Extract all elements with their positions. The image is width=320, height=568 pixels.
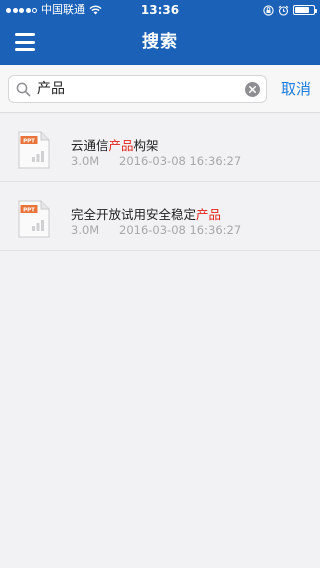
- file-meta: 3.0M 2016-03-08 16:36:27: [71, 154, 241, 168]
- list-item[interactable]: PPT 云通信产品构架 3.0M 2016-03-08 16:36:27: [0, 113, 320, 182]
- search-bar: 取消: [0, 65, 320, 113]
- battery-level: [295, 7, 309, 13]
- file-type-label: PPT: [23, 138, 35, 144]
- file-meta: 3.0M 2016-03-08 16:36:27: [71, 223, 241, 237]
- file-date: 2016-03-08 16:36:27: [119, 223, 242, 237]
- orientation-lock-icon: [263, 4, 274, 16]
- file-name-highlight: 产品: [196, 207, 222, 222]
- file-type-label: PPT: [23, 207, 35, 213]
- file-name-text: 构架: [133, 138, 159, 153]
- file-size: 3.0M: [71, 154, 100, 168]
- file-size: 3.0M: [71, 223, 100, 237]
- file-name-text: 云通信: [71, 138, 109, 153]
- search-results-list: PPT 云通信产品构架 3.0M 2016-03-08 16:36:27 PPT …: [0, 113, 320, 251]
- ppt-file-icon: PPT: [18, 200, 50, 238]
- search-icon: [16, 82, 31, 97]
- file-name-text: 完全开放试用安全稳定: [71, 207, 197, 222]
- alarm-icon: [278, 5, 289, 16]
- cancel-button[interactable]: 取消: [276, 75, 316, 103]
- nav-bar: 搜索: [0, 20, 320, 65]
- status-bar: 中国联通 13:36: [0, 0, 320, 20]
- search-input[interactable]: [37, 76, 237, 102]
- ppt-file-icon: PPT: [18, 131, 50, 169]
- file-name: 完全开放试用安全稳定产品: [71, 204, 221, 223]
- status-right: [263, 0, 317, 20]
- file-name: 云通信产品构架: [71, 135, 159, 154]
- close-icon: [249, 86, 256, 93]
- file-date: 2016-03-08 16:36:27: [119, 154, 242, 168]
- file-name-highlight: 产品: [108, 138, 134, 153]
- search-box[interactable]: [8, 75, 267, 103]
- clear-search-button[interactable]: [245, 82, 260, 97]
- list-item[interactable]: PPT 完全开放试用安全稳定产品 3.0M 2016-03-08 16:36:27: [0, 182, 320, 251]
- page-title: 搜索: [142, 32, 178, 52]
- battery-icon: [293, 5, 317, 15]
